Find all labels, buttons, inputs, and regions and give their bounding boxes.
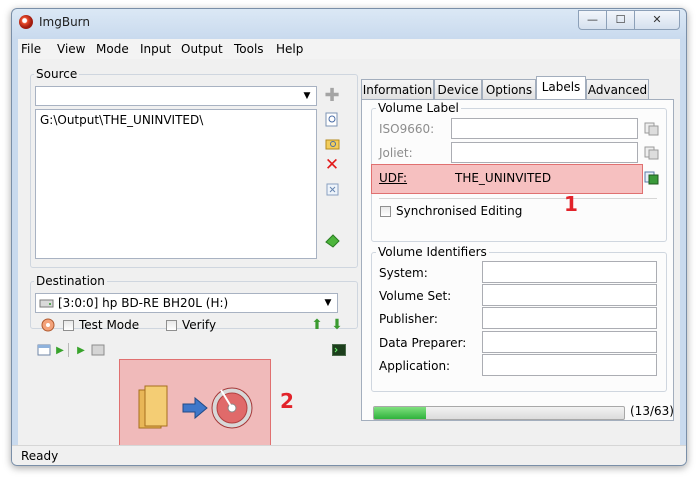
browse-folder-icon[interactable]: [324, 135, 340, 151]
speed-down-icon[interactable]: ⬇: [329, 317, 345, 333]
udf-field[interactable]: THE_UNINVITED: [451, 166, 638, 189]
source-file-list[interactable]: G:\Output\THE_UNINVITED\: [35, 109, 317, 259]
system-field[interactable]: [482, 261, 657, 283]
joliet-label: Joliet:: [379, 146, 413, 160]
volume-set-field[interactable]: [482, 284, 657, 306]
iso9660-label: ISO9660:: [379, 122, 435, 136]
terminal-icon[interactable]: [331, 342, 347, 358]
play-icon[interactable]: ▶: [52, 342, 68, 358]
close-button[interactable]: ✕: [634, 10, 680, 30]
volume-identifiers-title: Volume Identifiers: [376, 245, 489, 259]
destination-drive-combo[interactable]: [3:0:0] hp BD-RE BH20L (H:) ▼: [35, 293, 338, 313]
menu-bar: File View Mode Input Output Tools Help: [18, 39, 680, 59]
toolbar-separator: [68, 343, 69, 357]
calculate-icon[interactable]: [324, 233, 340, 249]
separator: [379, 198, 657, 199]
menu-help[interactable]: Help: [276, 42, 303, 56]
data-preparer-label: Data Preparer:: [379, 336, 467, 350]
publisher-label: Publisher:: [379, 312, 438, 326]
volume-label-title: Volume Label: [376, 101, 461, 115]
menu-input[interactable]: Input: [140, 42, 171, 56]
window-title: ImgBurn: [39, 15, 91, 29]
synchronised-editing-checkbox[interactable]: [380, 206, 391, 217]
annotation-number-2: 2: [280, 389, 294, 413]
menu-mode[interactable]: Mode: [96, 42, 129, 56]
test-mode-checkbox[interactable]: [63, 320, 74, 331]
copy-label-icon[interactable]: [643, 121, 659, 137]
source-combo[interactable]: ▼: [35, 86, 317, 106]
verify-checkbox[interactable]: [166, 320, 177, 331]
tab-options[interactable]: Options: [482, 79, 536, 99]
minimize-button[interactable]: —: [578, 10, 607, 30]
status-bar: Ready: [12, 445, 686, 465]
tab-labels[interactable]: Labels: [536, 76, 586, 100]
labels-tab-panel: Volume Label ISO9660: Joliet: UDF: THE_U…: [361, 99, 674, 421]
clear-list-icon[interactable]: [324, 181, 340, 197]
system-label: System:: [379, 266, 428, 280]
iso9660-field[interactable]: [451, 118, 638, 139]
test-mode-label: Test Mode: [79, 318, 140, 332]
title-bar: ImgBurn — ☐ ✕: [12, 9, 686, 35]
log-window-icon[interactable]: [36, 342, 52, 358]
build-button[interactable]: [133, 382, 253, 434]
synchronised-editing-label: Synchronised Editing: [396, 204, 523, 218]
add-icon[interactable]: ✚: [324, 85, 340, 106]
status-text: Ready: [21, 449, 59, 463]
menu-output[interactable]: Output: [181, 42, 223, 56]
udf-label: UDF:: [379, 171, 408, 185]
joliet-field[interactable]: [451, 142, 638, 163]
tab-information[interactable]: Information: [361, 79, 434, 99]
remove-icon[interactable]: ✕: [324, 155, 340, 175]
tab-advanced[interactable]: Advanced: [586, 79, 649, 99]
source-label: Source: [34, 67, 80, 81]
build-image-icon: [138, 385, 253, 429]
menu-file[interactable]: File: [21, 42, 41, 56]
copy-label-icon[interactable]: [643, 170, 659, 186]
application-label: Application:: [379, 359, 451, 373]
copy-label-icon[interactable]: [643, 145, 659, 161]
imgburn-app-icon: [19, 15, 33, 29]
settings-tabs: Information Device Options Labels Advanc…: [361, 76, 668, 100]
play-queue-icon[interactable]: ▶: [73, 342, 89, 358]
data-preparer-field[interactable]: [482, 331, 657, 353]
progress-fill: [374, 407, 426, 419]
verify-label: Verify: [182, 318, 217, 332]
destination-label: Destination: [34, 274, 107, 288]
queue-icon[interactable]: [90, 342, 106, 358]
progress-bar: [373, 406, 625, 420]
application-field[interactable]: [482, 354, 657, 376]
dropdown-arrow-icon: ▼: [324, 298, 332, 308]
maximize-button[interactable]: ☐: [606, 10, 635, 30]
drive-icon: [39, 299, 54, 308]
progress-text: (13/63): [630, 404, 674, 418]
annotation-number-1: 1: [564, 192, 578, 216]
eject-icon[interactable]: [40, 317, 56, 333]
menu-tools[interactable]: Tools: [234, 42, 264, 56]
browse-file-icon[interactable]: [324, 111, 340, 127]
dropdown-arrow-icon: ▼: [303, 91, 311, 101]
list-item[interactable]: G:\Output\THE_UNINVITED\: [36, 110, 316, 130]
main-client-area: Source ▼ G:\Output\THE_UNINVITED\ ✚ ✕ De…: [18, 59, 680, 447]
tab-device[interactable]: Device: [434, 79, 482, 99]
menu-view[interactable]: View: [57, 42, 85, 56]
destination-drive-value: [3:0:0] hp BD-RE BH20L (H:): [58, 296, 229, 310]
publisher-field[interactable]: [482, 307, 657, 329]
imgburn-window: ImgBurn — ☐ ✕ File View Mode Input Outpu…: [11, 8, 687, 466]
speed-up-icon[interactable]: ⬆: [309, 317, 325, 333]
volume-set-label: Volume Set:: [379, 289, 452, 303]
